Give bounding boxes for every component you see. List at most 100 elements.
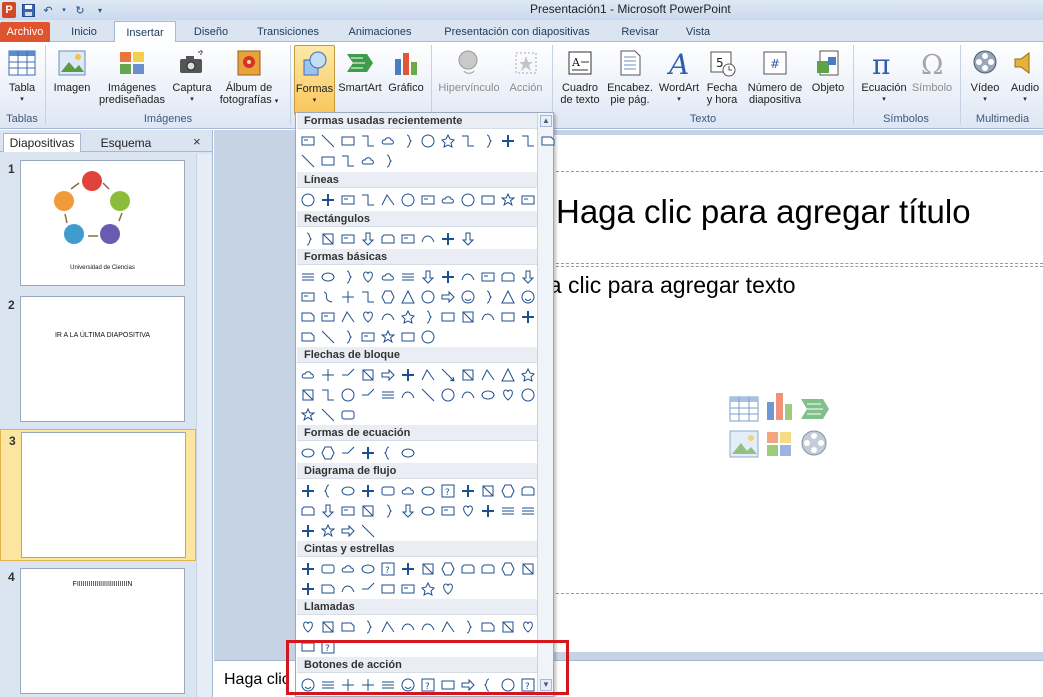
shape-option-icon[interactable] <box>318 229 338 249</box>
shape-option-icon[interactable] <box>318 190 338 210</box>
shape-option-icon[interactable] <box>418 385 438 405</box>
shape-option-icon[interactable] <box>298 617 318 637</box>
shape-option-icon[interactable] <box>478 190 498 210</box>
shape-option-icon[interactable] <box>498 267 518 287</box>
tabla-button[interactable]: Tabla ▾ <box>2 45 42 115</box>
wordart-button[interactable]: A WordArt ▾ <box>657 45 701 115</box>
tab-transiciones[interactable]: Transiciones <box>248 22 328 42</box>
shape-option-icon[interactable] <box>378 307 398 327</box>
tab-revisar[interactable]: Revisar <box>610 22 670 42</box>
shape-option-icon[interactable] <box>338 617 358 637</box>
shape-option-icon[interactable] <box>438 385 458 405</box>
shape-option-icon[interactable] <box>338 443 358 463</box>
shape-option-icon[interactable] <box>438 307 458 327</box>
shape-option-icon[interactable] <box>338 521 358 541</box>
shape-option-icon[interactable] <box>478 365 498 385</box>
title-placeholder[interactable]: Haga clic para agregar título <box>556 193 971 231</box>
shape-option-icon[interactable] <box>338 579 358 599</box>
redo-icon[interactable]: ↻ <box>72 2 88 18</box>
encabezado-pie-button[interactable]: Encabez. pie pág. <box>605 45 655 115</box>
insert-chart-icon[interactable] <box>765 390 795 425</box>
shape-option-icon[interactable] <box>358 151 378 171</box>
ecuacion-button[interactable]: π Ecuación ▾ <box>858 45 910 115</box>
undo-dropdown-icon[interactable]: ▾ <box>60 2 68 18</box>
shape-option-icon[interactable] <box>478 267 498 287</box>
shape-option-icon[interactable] <box>298 307 318 327</box>
hipervinculo-button[interactable]: Hipervínculo <box>436 45 502 115</box>
shape-option-icon[interactable] <box>418 559 438 579</box>
simbolo-button[interactable]: Ω Símbolo <box>910 45 954 115</box>
shape-option-icon[interactable] <box>398 617 418 637</box>
shape-option-icon[interactable] <box>458 229 478 249</box>
notes-placeholder[interactable]: Haga clic <box>224 671 290 689</box>
shape-option-icon[interactable] <box>318 287 338 307</box>
shape-option-icon[interactable] <box>458 617 478 637</box>
shape-option-icon[interactable] <box>298 267 318 287</box>
shape-option-icon[interactable] <box>318 327 338 347</box>
shape-option-icon[interactable] <box>438 131 458 151</box>
tab-animaciones[interactable]: Animaciones <box>336 22 424 42</box>
shape-option-icon[interactable] <box>358 501 378 521</box>
imagenes-predisenadas-button[interactable]: Imágenes prediseñadas <box>96 45 168 115</box>
shape-option-icon[interactable] <box>518 190 538 210</box>
powerpoint-logo-icon[interactable]: P <box>2 2 16 18</box>
shape-option-icon[interactable] <box>438 365 458 385</box>
tab-archivo[interactable]: Archivo <box>0 22 50 42</box>
shape-option-icon[interactable] <box>398 131 418 151</box>
shape-option-icon[interactable] <box>318 579 338 599</box>
shape-option-icon[interactable] <box>498 365 518 385</box>
imagen-button[interactable]: Imagen <box>50 45 94 115</box>
captura-button[interactable]: Captura ▾ <box>170 45 214 115</box>
shape-option-icon[interactable] <box>378 327 398 347</box>
video-button[interactable]: Vídeo ▾ <box>965 45 1005 115</box>
shape-option-icon[interactable] <box>398 579 418 599</box>
shape-option-icon[interactable] <box>498 131 518 151</box>
shape-option-icon[interactable] <box>298 365 318 385</box>
slide-thumbnail-1[interactable]: 1 Universidad de Ciencias <box>0 158 196 290</box>
shape-option-icon[interactable] <box>338 229 358 249</box>
shape-option-icon[interactable] <box>418 501 438 521</box>
shape-option-icon[interactable] <box>458 267 478 287</box>
shape-option-icon[interactable] <box>378 151 398 171</box>
shape-option-icon[interactable] <box>498 190 518 210</box>
shape-option-icon[interactable] <box>478 481 498 501</box>
shape-option-icon[interactable] <box>518 365 538 385</box>
shape-option-icon[interactable] <box>298 287 318 307</box>
shape-option-icon[interactable] <box>318 151 338 171</box>
shape-option-icon[interactable] <box>498 617 518 637</box>
shape-option-icon[interactable] <box>518 385 538 405</box>
shape-option-icon[interactable] <box>518 307 538 327</box>
shape-option-icon[interactable] <box>398 267 418 287</box>
undo-icon[interactable]: ↶ <box>40 2 56 18</box>
shape-option-icon[interactable] <box>438 501 458 521</box>
shape-option-icon[interactable] <box>338 151 358 171</box>
shape-option-icon[interactable] <box>398 501 418 521</box>
shape-option-icon[interactable] <box>398 481 418 501</box>
shape-option-icon[interactable] <box>318 501 338 521</box>
accion-button[interactable]: Acción <box>505 45 547 115</box>
shape-option-icon[interactable] <box>378 229 398 249</box>
shape-option-icon[interactable] <box>378 190 398 210</box>
shape-option-icon[interactable] <box>298 501 318 521</box>
shape-option-icon[interactable]: ? <box>378 559 398 579</box>
shape-option-icon[interactable] <box>478 307 498 327</box>
save-icon[interactable] <box>20 2 36 18</box>
shape-option-icon[interactable] <box>358 131 378 151</box>
shape-option-icon[interactable] <box>378 287 398 307</box>
shape-option-icon[interactable] <box>298 385 318 405</box>
shape-option-icon[interactable] <box>338 327 358 347</box>
tab-insertar[interactable]: Insertar <box>114 21 176 43</box>
shape-option-icon[interactable] <box>318 481 338 501</box>
shape-option-icon[interactable] <box>358 287 378 307</box>
shape-option-icon[interactable] <box>458 365 478 385</box>
shape-option-icon[interactable] <box>498 481 518 501</box>
shape-option-icon[interactable] <box>298 443 318 463</box>
shape-option-icon[interactable] <box>498 501 518 521</box>
shape-option-icon[interactable] <box>418 267 438 287</box>
insert-table-icon[interactable] <box>729 396 759 425</box>
shape-option-icon[interactable] <box>298 190 318 210</box>
tab-esquema[interactable]: Esquema <box>86 133 166 152</box>
cuadro-texto-button[interactable]: A Cuadro de texto <box>557 45 603 115</box>
shape-option-icon[interactable] <box>298 481 318 501</box>
shape-option-icon[interactable] <box>318 559 338 579</box>
